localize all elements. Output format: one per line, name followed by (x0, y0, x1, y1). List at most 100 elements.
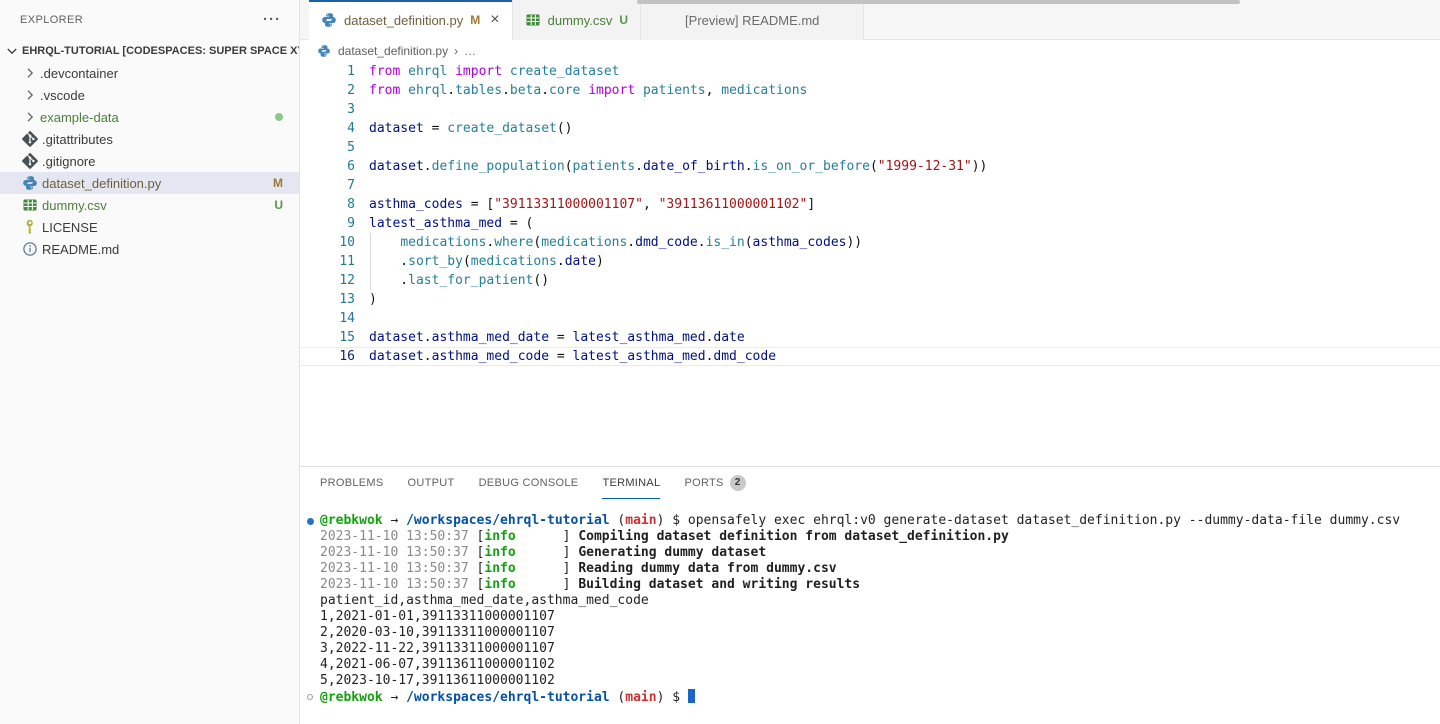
line-number: 10 (300, 233, 355, 252)
code-text: .sort_by(medications.date) (369, 252, 604, 271)
explorer-item-example-data[interactable]: example-data (0, 106, 299, 128)
terminal[interactable]: @rebkwok → /workspaces/ehrql-tutorial (m… (300, 499, 1440, 705)
code-line-2[interactable]: 2from ehrql.tables.beta.core import pati… (300, 81, 1440, 100)
explorer-item-devcontainer[interactable]: .devcontainer (0, 62, 299, 84)
panel-tab-label: OUTPUT (408, 477, 455, 489)
git-status-badge: M (273, 176, 283, 190)
python-icon (22, 175, 42, 191)
code-text: latest_asthma_med = ( (369, 214, 533, 233)
panel-tab-problems[interactable]: PROBLEMS (320, 467, 384, 499)
code-line-3[interactable]: 3 (300, 100, 1440, 119)
code-line-5[interactable]: 5 (300, 138, 1440, 157)
code-line-9[interactable]: 9 latest_asthma_med = ( (300, 214, 1440, 233)
file-label: README.md (42, 242, 119, 257)
code-text: asthma_codes = ["39113311000001107", "39… (369, 195, 815, 214)
code-line-13[interactable]: 13) (300, 290, 1440, 309)
chevron-right-icon (22, 109, 40, 125)
terminal-line-8: 2,2020-03-10,39113311000001107 (320, 625, 1440, 641)
code-text: from ehrql.tables.beta.core import patie… (369, 81, 807, 100)
terminal-line-4: 2023-11-10 13:50:37 [info ] Reading dumm… (320, 561, 1440, 577)
workspace-section-header[interactable]: EHRQL-TUTORIAL [CODESPACES: SUPER SPACE … (0, 40, 299, 62)
git-status-badge: M (470, 13, 480, 27)
git-icon (22, 153, 42, 169)
terminal-line-7: 1,2021-01-01,39113311000001107 (320, 609, 1440, 625)
code-text: medications.where(medications.dmd_code.i… (369, 233, 862, 252)
tab-scrollbar[interactable] (637, 0, 1240, 4)
code-line-4[interactable]: 4dataset = create_dataset() (300, 119, 1440, 138)
more-actions-icon[interactable]: ··· (263, 15, 281, 25)
file-label: dataset_definition.py (42, 176, 161, 191)
line-number: 5 (300, 138, 355, 157)
line-number: 9 (300, 214, 355, 233)
terminal-line-11: 5,2023-10-17,39113611000001102 (320, 673, 1440, 689)
explorer-item-gitattributes[interactable]: .gitattributes (0, 128, 299, 150)
code-line-12[interactable]: 12 .last_for_patient() (300, 271, 1440, 290)
python-icon (321, 12, 337, 28)
code-line-1[interactable]: 1 from ehrql import create_dataset (300, 62, 1440, 81)
line-number: 16 (300, 348, 355, 365)
line-number: 6 (300, 157, 355, 176)
code-text: dataset.define_population(patients.date_… (369, 157, 987, 176)
breadcrumb-separator-icon: › (454, 44, 458, 58)
code-line-8[interactable]: 8 asthma_codes = ["39113311000001107", "3… (300, 195, 1440, 214)
code-editor[interactable]: 1 from ehrql import create_dataset2from e… (300, 62, 1440, 466)
explorer-item-dummy-csv[interactable]: dummy.csvU (0, 194, 299, 216)
panel-tab-debug-console[interactable]: DEBUG CONSOLE (479, 467, 579, 499)
tab-dummy-csv[interactable]: dummy.csvU (513, 0, 641, 40)
tab-dataset-definition-py[interactable]: dataset_definition.py M × (309, 0, 513, 40)
panel-tab-output[interactable]: OUTPUT (408, 467, 455, 499)
code-text: from ehrql import create_dataset (369, 62, 619, 81)
explorer-item-dataset-definition-py[interactable]: dataset_definition.py M (0, 172, 299, 194)
file-label: .vscode (40, 88, 85, 103)
explorer-item-vscode[interactable]: .vscode (0, 84, 299, 106)
code-line-15[interactable]: 15dataset.asthma_med_date = latest_asthm… (300, 328, 1440, 347)
git-icon (22, 131, 42, 147)
terminal-line-6: patient_id,asthma_med_date,asthma_med_co… (320, 593, 1440, 609)
panel-tab-bar: PROBLEMS OUTPUT DEBUG CONSOLE TERMINAL PORTS… (300, 467, 1440, 499)
breadcrumb-more[interactable]: … (464, 44, 476, 58)
untracked-dot-badge (275, 113, 283, 121)
chevron-right-icon (22, 65, 40, 81)
line-number: 7 (300, 176, 355, 195)
code-lines: 1 from ehrql import create_dataset2from e… (300, 62, 1440, 366)
line-number: 13 (300, 290, 355, 309)
breadcrumb[interactable]: dataset_definition.py › … (300, 40, 1440, 62)
panel-tab-label: PROBLEMS (320, 477, 384, 489)
line-number: 8 (300, 195, 355, 214)
panel-tab-label: PORTS (684, 477, 723, 489)
explorer-item-license[interactable]: LICENSE (0, 216, 299, 238)
chevron-down-icon (4, 43, 22, 59)
code-line-6[interactable]: 6 dataset.define_population(patients.date… (300, 157, 1440, 176)
code-line-10[interactable]: 10 medications.where(medications.dmd_cod… (300, 233, 1440, 252)
code-text: ) (369, 290, 377, 309)
csv-icon (22, 197, 42, 213)
code-line-14[interactable]: 14 (300, 309, 1440, 328)
line-number: 3 (300, 100, 355, 119)
bottom-panel: PROBLEMS OUTPUT DEBUG CONSOLE TERMINAL PORTS… (300, 466, 1440, 724)
file-label: .gitignore (42, 154, 95, 169)
code-line-7[interactable]: 7 (300, 176, 1440, 195)
code-text: .last_for_patient() (369, 271, 549, 290)
command-decoration-icon[interactable] (307, 518, 314, 525)
code-line-11[interactable]: 11 .sort_by(medications.date) (300, 252, 1440, 271)
line-number: 14 (300, 309, 355, 328)
explorer-item-readme-md[interactable]: README.md (0, 238, 299, 260)
explorer-item-gitignore[interactable]: .gitignore (0, 150, 299, 172)
terminal-line-10: 4,2021-06-07,39113611000001102 (320, 657, 1440, 673)
license-icon (22, 219, 42, 235)
close-icon[interactable]: × (490, 13, 499, 27)
panel-tab-terminal[interactable]: TERMINAL (602, 467, 660, 499)
tab-label: dataset_definition.py (344, 13, 463, 28)
terminal-line-1: @rebkwok → /workspaces/ehrql-tutorial (m… (320, 513, 1440, 529)
breadcrumb-file[interactable]: dataset_definition.py (338, 44, 448, 58)
code-line-16[interactable]: 16dataset.asthma_med_code = latest_asthm… (300, 347, 1440, 366)
tab-preview-readme-md[interactable]: [Preview] README.md (641, 0, 864, 40)
panel-tab-label: DEBUG CONSOLE (479, 477, 579, 489)
panel-tab-ports[interactable]: PORTS2 (684, 467, 745, 499)
file-label: .gitattributes (42, 132, 113, 147)
command-decoration-icon[interactable] (307, 694, 313, 700)
git-status-badge: U (274, 198, 283, 212)
line-number: 1 (300, 62, 355, 81)
line-number: 12 (300, 271, 355, 290)
code-text: dataset.asthma_med_date = latest_asthma_… (369, 328, 745, 347)
